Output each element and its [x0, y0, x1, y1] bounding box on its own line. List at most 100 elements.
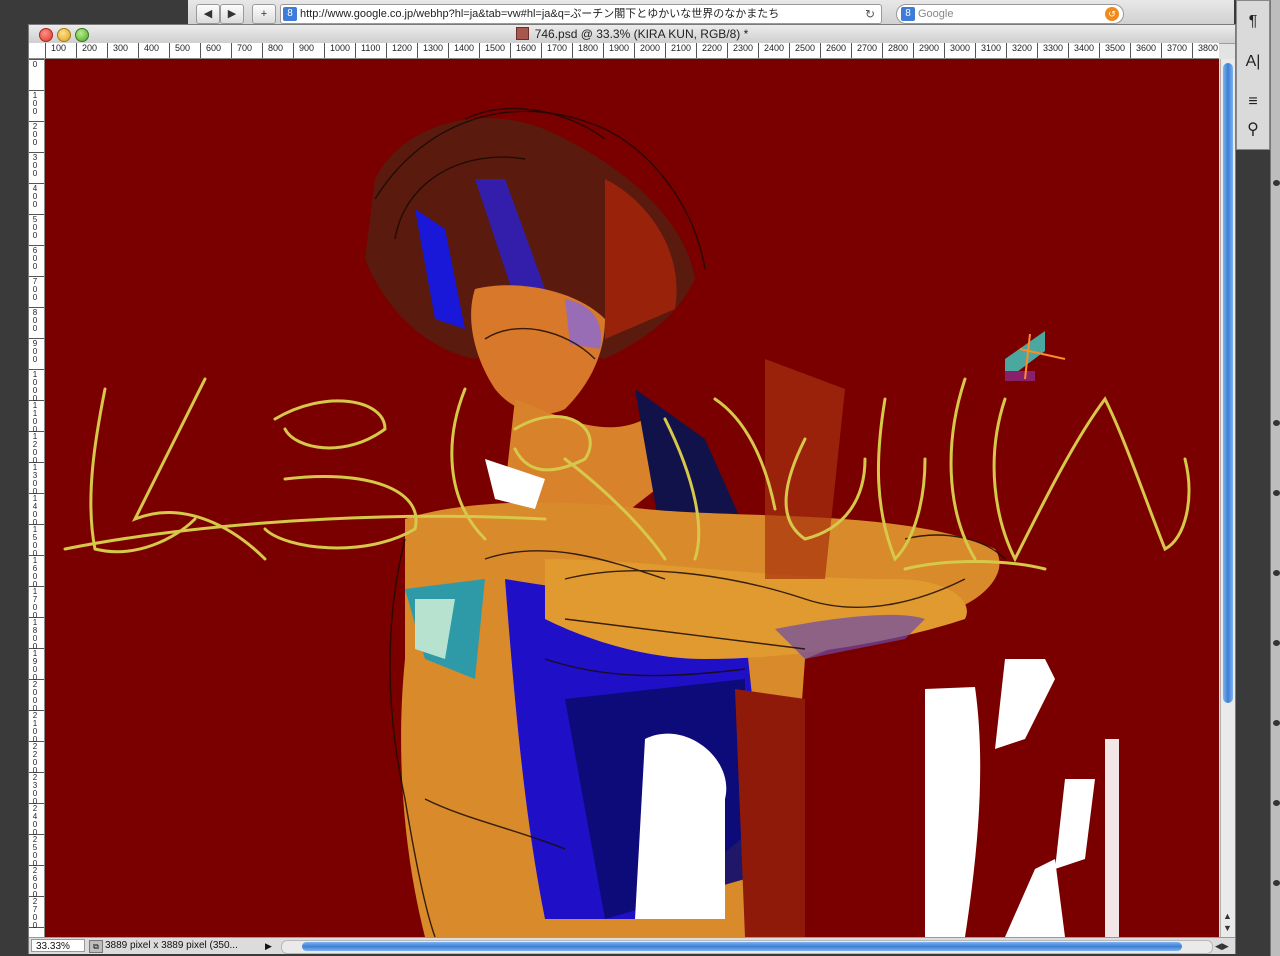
white-shape-2	[995, 659, 1055, 749]
ruler-tick-label: 2100	[671, 43, 692, 53]
ruler-tick-label: 3200	[1012, 43, 1033, 53]
vertical-scrollbar[interactable]: ▲ ▼	[1220, 59, 1235, 937]
ruler-tick-label: 200	[82, 43, 98, 53]
layer-visibility-icon[interactable]	[1273, 420, 1280, 426]
layer-visibility-icon[interactable]	[1273, 800, 1280, 806]
ruler-tick-label: 1500	[32, 525, 38, 558]
ruler-tick-label: 3800	[1198, 43, 1219, 53]
ruler-tick-label: 100	[51, 43, 67, 53]
image-canvas[interactable]	[45, 59, 1219, 937]
character-panel-icon[interactable]: A|	[1239, 47, 1267, 77]
psd-file-icon	[515, 27, 529, 40]
browser-toolbar: ◀ ▶ + 8 http://www.google.co.jp/webhp?hl=…	[188, 0, 1234, 27]
status-menu-arrow[interactable]: ▶	[265, 938, 272, 954]
ruler-tick-label: 2700	[857, 43, 878, 53]
layer-visibility-icon[interactable]	[1273, 720, 1280, 726]
ruler-tick-label: 3600	[1136, 43, 1157, 53]
reload-icon[interactable]: ↻	[865, 5, 875, 23]
ruler-tick-label: 400	[32, 184, 38, 209]
ruler-tick-label: 200	[32, 122, 38, 147]
layer-visibility-icon[interactable]	[1273, 880, 1280, 886]
ruler-tick-label: 1900	[32, 649, 38, 682]
ruler-tick-label: 400	[144, 43, 160, 53]
ruler-tick-label: 800	[32, 308, 38, 333]
search-input[interactable]: 8 Google ↺	[896, 4, 1124, 24]
painting-artwork	[63, 107, 1191, 937]
ruler-tick-label: 2600	[32, 866, 38, 899]
google-icon: 8	[283, 7, 297, 21]
ruler-tick-label: 3700	[1167, 43, 1188, 53]
ruler-tick-label: 1100	[32, 401, 38, 434]
horizontal-scroll-thumb[interactable]	[302, 942, 1182, 951]
tool-presets-icon[interactable]: ⚲	[1239, 115, 1267, 145]
ruler-tick-label: 900	[32, 339, 38, 364]
scroll-down-arrow[interactable]: ▼	[1223, 923, 1232, 933]
back-button[interactable]: ◀	[196, 4, 220, 24]
document-info: 3889 pixel x 3889 pixel (350...	[105, 940, 238, 951]
horizontal-scrollbar[interactable]	[281, 940, 1213, 954]
horizontal-ruler[interactable]: 100 200 300 400 500 600 700 800 900 1000 1100 1200 1…	[45, 43, 1219, 59]
ruler-tick-label: 1000	[32, 370, 38, 403]
document-window: 746.psd @ 33.3% (KIRA KUN, RGB/8) * 100 2…	[28, 24, 1236, 954]
ruler-tick-label: 1800	[578, 43, 599, 53]
document-titlebar[interactable]: 746.psd @ 33.3% (KIRA KUN, RGB/8) *	[29, 25, 1235, 44]
search-go-icon[interactable]: ↺	[1105, 7, 1119, 21]
horizontal-scroll-arrows[interactable]: ◀▶	[1215, 938, 1229, 954]
ruler-tick-label: 800	[268, 43, 284, 53]
zoom-field[interactable]: 33.33%	[31, 939, 85, 952]
ruler-tick-label: 1600	[516, 43, 537, 53]
layer-visibility-icon[interactable]	[1273, 640, 1280, 646]
ruler-tick-label: 900	[299, 43, 315, 53]
ruler-tick-label: 600	[32, 246, 38, 271]
url-field[interactable]: 8 http://www.google.co.jp/webhp?hl=ja&tab…	[280, 4, 882, 24]
ruler-tick-label: 100	[32, 91, 38, 116]
layer-visibility-icon[interactable]	[1273, 570, 1280, 576]
panel-dock: ¶ A| ≡ ⚲	[1236, 0, 1270, 150]
white-shape-1	[925, 687, 981, 937]
ruler-tick-label: 1000	[330, 43, 351, 53]
ruler-tick-label: 2300	[32, 773, 38, 806]
ruler-tick-label: 1900	[609, 43, 630, 53]
document-info-icon[interactable]: ⧉	[89, 940, 103, 953]
ruler-tick-label: 0	[32, 60, 38, 69]
layers-panel-edge	[1270, 0, 1280, 956]
add-bookmark-button[interactable]: +	[252, 4, 276, 24]
forward-button[interactable]: ▶	[220, 4, 244, 24]
ruler-tick-label: 500	[175, 43, 191, 53]
google-search-icon: 8	[901, 7, 915, 21]
ruler-tick-label: 500	[32, 215, 38, 240]
ruler-tick-label: 1600	[32, 556, 38, 589]
white-shape-3	[1055, 779, 1095, 869]
ruler-tick-label: 2200	[702, 43, 723, 53]
shirt-white-patch	[635, 733, 727, 919]
adjustments-panel-icon[interactable]: ≡	[1239, 87, 1267, 117]
scroll-up-arrow[interactable]: ▲	[1223, 911, 1232, 921]
ruler-tick-label: 3400	[1074, 43, 1095, 53]
ruler-tick-label: 1700	[547, 43, 568, 53]
document-title-text: 746.psd @ 33.3% (KIRA KUN, RGB/8) *	[534, 27, 749, 41]
ruler-origin[interactable]	[29, 43, 46, 59]
ruler-tick-label: 2900	[919, 43, 940, 53]
ruler-tick-label: 700	[32, 277, 38, 302]
ruler-tick-label: 3100	[981, 43, 1002, 53]
ruler-tick-label: 1100	[361, 43, 381, 53]
ruler-tick-label: 700	[237, 43, 253, 53]
ruler-tick-label: 3500	[1105, 43, 1126, 53]
layer-visibility-icon[interactable]	[1273, 180, 1280, 186]
layer-visibility-icon[interactable]	[1273, 490, 1280, 496]
search-placeholder: Google	[918, 8, 954, 20]
ruler-tick-label: 1200	[32, 432, 38, 465]
url-text: http://www.google.co.jp/webhp?hl=ja&tab=…	[300, 8, 780, 20]
ruler-tick-label: 2700	[32, 897, 38, 930]
ruler-tick-label: 2000	[640, 43, 661, 53]
ruler-tick-label: 3000	[950, 43, 971, 53]
ruler-tick-label: 2100	[32, 711, 38, 744]
vertical-scroll-thumb[interactable]	[1223, 63, 1233, 703]
ruler-tick-label: 1800	[32, 618, 38, 651]
ruler-tick-label: 2300	[733, 43, 754, 53]
document-title: 746.psd @ 33.3% (KIRA KUN, RGB/8) *	[29, 25, 1235, 43]
paragraph-panel-icon[interactable]: ¶	[1239, 7, 1267, 37]
ruler-tick-label: 300	[32, 153, 38, 178]
vertical-ruler[interactable]: 0 100 200 300 400 500 600 700 800 900 1000 1100 1200…	[29, 59, 45, 937]
ruler-tick-label: 1300	[423, 43, 444, 53]
